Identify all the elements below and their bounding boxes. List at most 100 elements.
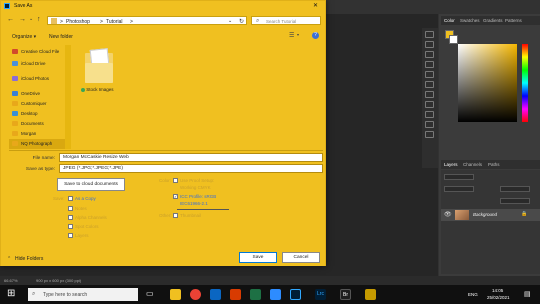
folder-label[interactable]: Stock Images <box>81 87 131 92</box>
sidebar-item-morgan[interactable]: Morgan <box>9 129 65 139</box>
excel-icon[interactable] <box>250 289 261 300</box>
organize-menu[interactable]: Organize ▾ <box>12 34 36 40</box>
fill-field[interactable] <box>500 198 530 204</box>
clock-date[interactable]: 25/02/2021 <box>487 295 510 300</box>
chevron-down-icon[interactable]: ⌄ <box>228 18 232 24</box>
tab-gradients[interactable]: Gradients <box>483 18 503 23</box>
up-button[interactable]: ↑ <box>37 16 41 23</box>
tab-swatches[interactable]: Swatches <box>460 18 480 23</box>
as-a-copy-label: As a Copy <box>75 196 96 201</box>
divider <box>9 150 323 151</box>
bridge-icon[interactable]: Br <box>340 289 351 300</box>
zoom-icon[interactable] <box>270 289 281 300</box>
hue-slider[interactable] <box>522 44 528 122</box>
close-icon[interactable]: ✕ <box>313 2 318 9</box>
back-button[interactable]: ← <box>7 16 14 23</box>
new-folder-button[interactable]: New folder <box>49 34 73 40</box>
sidebar-item-customiquer[interactable]: Customiquer <box>9 99 65 109</box>
save-to-cloud-button[interactable]: Save to cloud documents <box>57 178 125 191</box>
layer-name[interactable]: Background <box>473 212 497 217</box>
chevron-up-icon[interactable]: ⌃ <box>7 256 11 262</box>
tool-icon[interactable] <box>425 71 434 78</box>
task-view-icon[interactable]: ▭ <box>146 289 154 298</box>
search-input[interactable]: ⌕ Search Tutorial <box>251 16 321 25</box>
notes-checkbox[interactable] <box>68 206 73 211</box>
tool-icon[interactable] <box>425 111 434 118</box>
tool-icon[interactable] <box>425 51 434 58</box>
cancel-button[interactable]: Cancel <box>282 252 320 263</box>
tool-icon[interactable] <box>425 131 434 138</box>
navigation-scrollbar[interactable] <box>65 45 71 149</box>
dialog-title: Save As <box>14 3 33 9</box>
chevron-down-icon[interactable]: ▾ <box>297 32 299 37</box>
tool-icon[interactable] <box>425 101 434 108</box>
zoom-level[interactable]: 66.67% <box>4 278 18 283</box>
save-as-type-label: Save as type: <box>25 167 55 172</box>
as-a-copy-checkbox[interactable] <box>68 196 73 201</box>
photoshop-icon[interactable] <box>290 289 301 300</box>
tab-layers[interactable]: Layers <box>444 162 458 167</box>
tab-paths[interactable]: Paths <box>488 162 500 167</box>
color-picker-field[interactable] <box>458 44 517 122</box>
spot-colors-checkbox[interactable] <box>68 224 73 229</box>
sidebar-item-documents[interactable]: Documents <box>9 119 65 129</box>
sidebar-item-creative-cloud[interactable]: Creative Cloud File <box>9 47 65 57</box>
stock-images-folder[interactable] <box>85 48 113 83</box>
sidebar-item-icloud-photos[interactable]: iCloud Photos <box>9 74 65 84</box>
notifications-icon[interactable]: ▤ <box>524 290 531 298</box>
lightroom-icon[interactable]: Lrc <box>315 289 326 300</box>
windows-start-icon[interactable]: ⊞ <box>7 288 15 299</box>
thumbnail-checkbox[interactable] <box>173 213 178 218</box>
office-icon[interactable] <box>230 289 241 300</box>
language-indicator[interactable]: ENG <box>468 292 478 297</box>
help-icon[interactable]: ? <box>312 32 319 39</box>
hide-folders-button[interactable]: Hide Folders <box>15 256 43 262</box>
use-proof-setup-checkbox[interactable] <box>173 178 178 183</box>
sidebar-item-onedrive[interactable]: OneDrive <box>9 89 65 99</box>
icc-profile-checkbox[interactable]: ✓ <box>173 194 178 199</box>
divider <box>177 209 229 210</box>
tab-color[interactable]: Color <box>444 18 455 23</box>
address-bar[interactable]: > Photoshop > Tutorial > ⌄ <box>47 16 247 25</box>
sidebar-item-icloud-drive[interactable]: iCloud Drive <box>9 59 65 69</box>
app-icon[interactable] <box>365 289 376 300</box>
tab-channels[interactable]: Channels <box>463 162 482 167</box>
breadcrumb-sep: > <box>130 19 133 25</box>
tool-icon[interactable] <box>425 41 434 48</box>
alpha-channels-checkbox[interactable] <box>68 215 73 220</box>
file-name-value: Morgan McCaskie Resize Web <box>63 155 129 160</box>
recent-dropdown[interactable]: ⌄ <box>29 16 33 22</box>
taskbar-search-input[interactable]: ⌕ Type here to search <box>28 288 138 301</box>
app-icon[interactable] <box>210 289 221 300</box>
save-button[interactable]: Save <box>239 252 277 263</box>
breadcrumb-tutorial[interactable]: Tutorial <box>106 19 123 25</box>
blend-mode-select[interactable] <box>444 186 474 192</box>
opacity-field[interactable] <box>500 186 530 192</box>
other-label: Other: <box>159 213 172 218</box>
clock-time[interactable]: 14:05 <box>492 288 503 293</box>
search-icon: ⌕ <box>256 18 260 24</box>
tool-icon[interactable] <box>425 81 434 88</box>
breadcrumb-photoshop[interactable]: Photoshop <box>66 19 90 25</box>
tab-patterns[interactable]: Patterns <box>505 18 522 23</box>
folder-icon <box>12 121 18 126</box>
refresh-icon[interactable]: ↻ <box>239 18 244 25</box>
background-color-swatch[interactable] <box>449 35 458 44</box>
save-as-type-select[interactable]: JPEG (*.JPG;*.JPEG;*.JPE) <box>59 164 323 173</box>
tool-icon[interactable] <box>425 91 434 98</box>
eye-icon[interactable]: 👁 <box>444 211 452 218</box>
layer-filter-field[interactable] <box>444 174 474 180</box>
tool-icon[interactable] <box>425 61 434 68</box>
forward-button[interactable]: → <box>19 16 26 23</box>
file-name-field[interactable]: Morgan McCaskie Resize Web <box>59 153 323 162</box>
photos-icon <box>12 76 18 81</box>
sidebar-item-desktop[interactable]: Desktop <box>9 109 65 119</box>
sidebar-item-nq-photograph[interactable]: NQ Photograph <box>9 139 65 149</box>
file-explorer-icon[interactable] <box>170 289 181 300</box>
chrome-icon[interactable] <box>190 289 201 300</box>
view-options-icon[interactable]: ☰ <box>289 32 294 39</box>
tool-icon[interactable] <box>425 31 434 38</box>
breadcrumb-sep: > <box>100 19 103 25</box>
layers-checkbox[interactable] <box>68 233 73 238</box>
tool-icon[interactable] <box>425 121 434 128</box>
